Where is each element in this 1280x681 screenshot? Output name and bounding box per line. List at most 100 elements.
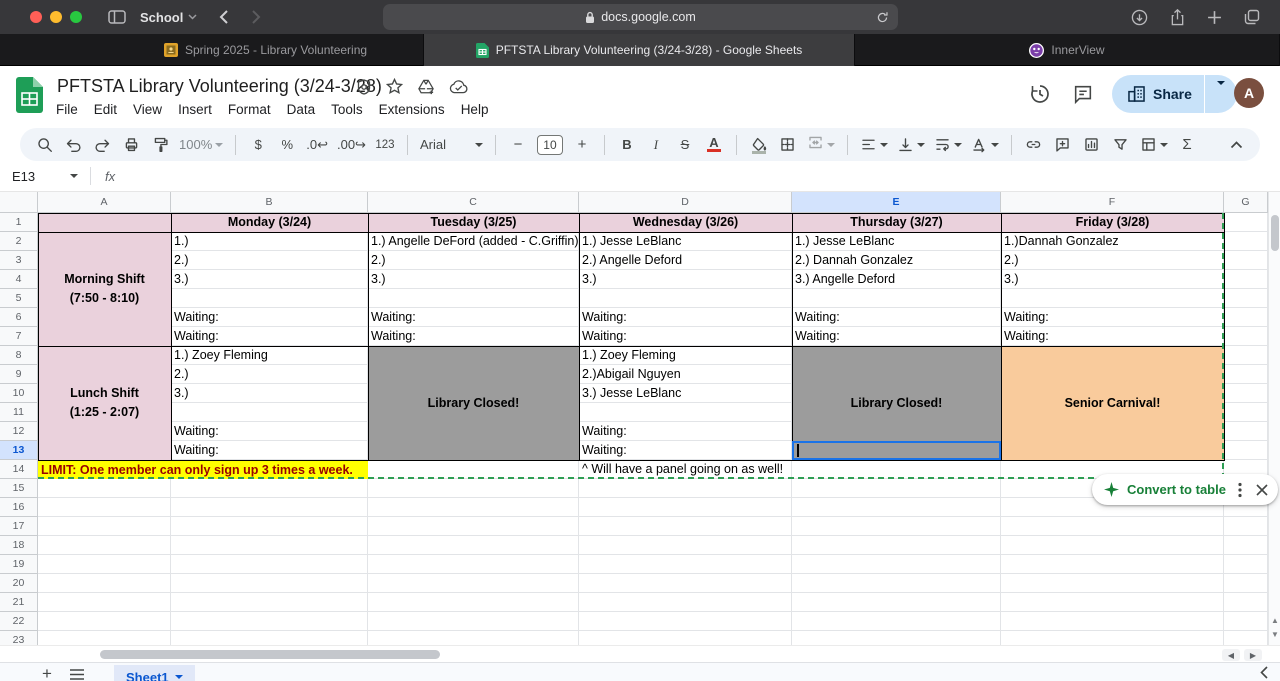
cell-E14[interactable]: [792, 460, 1001, 479]
forward-button[interactable]: [251, 9, 261, 25]
cell-C17[interactable]: [368, 517, 579, 536]
cell-F23[interactable]: [1001, 631, 1224, 645]
text-wrap-button[interactable]: [934, 133, 962, 157]
cell-D13[interactable]: Waiting:: [579, 441, 792, 460]
cell-B15[interactable]: [171, 479, 368, 498]
menu-view[interactable]: View: [125, 98, 170, 121]
menu-edit[interactable]: Edit: [86, 98, 125, 121]
cell-C1[interactable]: Tuesday (3/25): [368, 213, 579, 232]
cell-G10[interactable]: [1224, 384, 1268, 403]
browser-tab-3[interactable]: InnerView: [855, 34, 1280, 66]
avatar[interactable]: A: [1234, 78, 1264, 108]
share-button[interactable]: Share: [1112, 75, 1237, 113]
cell-E2[interactable]: 1.) Jesse LeBlanc: [792, 232, 1001, 251]
minimize-window-button[interactable]: [50, 11, 62, 23]
cell-D5[interactable]: [579, 289, 792, 308]
cell-B22[interactable]: [171, 612, 368, 631]
row-header-6[interactable]: 6: [0, 308, 38, 327]
scroll-left-button[interactable]: ◀: [1222, 649, 1240, 661]
cell-D9[interactable]: 2.)Abigail Nguyen: [579, 365, 792, 384]
cell-C20[interactable]: [368, 574, 579, 593]
cell-C23[interactable]: [368, 631, 579, 645]
share-dropdown[interactable]: [1205, 81, 1237, 103]
cell-A17[interactable]: [38, 517, 171, 536]
cell-E17[interactable]: [792, 517, 1001, 536]
cell-F17[interactable]: [1001, 517, 1224, 536]
cell-E3[interactable]: 2.) Dannah Gonzalez: [792, 251, 1001, 270]
all-sheets-icon[interactable]: [62, 665, 92, 681]
row-header-15[interactable]: 15: [0, 479, 38, 498]
vertical-align-button[interactable]: [897, 133, 925, 157]
chart-button[interactable]: [1082, 133, 1102, 157]
row-header-5[interactable]: 5: [0, 289, 38, 308]
decrease-decimal-button[interactable]: .0↩: [306, 133, 328, 157]
cell-D11[interactable]: [579, 403, 792, 422]
cell-D4[interactable]: 3.): [579, 270, 792, 289]
row-header-2[interactable]: 2: [0, 232, 38, 251]
vertical-scroll-thumb[interactable]: [1271, 215, 1279, 251]
menu-extensions[interactable]: Extensions: [371, 98, 453, 121]
borders-button[interactable]: [778, 133, 798, 157]
convert-to-table-button[interactable]: Convert to table: [1127, 482, 1226, 497]
cell-D1[interactable]: Wednesday (3/26): [579, 213, 792, 232]
cell-E16[interactable]: [792, 498, 1001, 517]
back-button[interactable]: [219, 9, 229, 25]
row-header-12[interactable]: 12: [0, 422, 38, 441]
sidebar-icon[interactable]: [108, 10, 126, 24]
cell-C2[interactable]: 1.) Angelle DeFord (added - C.Griffin): [368, 232, 579, 251]
cell-B1[interactable]: Monday (3/24): [171, 213, 368, 232]
collapse-toolbar-button[interactable]: [1226, 133, 1246, 157]
cell-A11[interactable]: (1:25 - 2:07): [38, 403, 171, 422]
add-sheet-icon[interactable]: +: [32, 664, 62, 681]
scroll-right-button[interactable]: ▶: [1244, 649, 1262, 661]
cell-F21[interactable]: [1001, 593, 1224, 612]
merged-range-C8:C13[interactable]: Library Closed!: [368, 346, 579, 460]
close-icon[interactable]: [1256, 483, 1268, 496]
zoom-window-button[interactable]: [70, 11, 82, 23]
cell-B21[interactable]: [171, 593, 368, 612]
row-header-10[interactable]: 10: [0, 384, 38, 403]
row-header-21[interactable]: 21: [0, 593, 38, 612]
cell-G22[interactable]: [1224, 612, 1268, 631]
cell-E15[interactable]: [792, 479, 1001, 498]
new-tab-icon[interactable]: [1207, 10, 1222, 25]
cell-A22[interactable]: [38, 612, 171, 631]
cell-D8[interactable]: 1.) Zoey Fleming: [579, 346, 792, 365]
browser-tab-1[interactable]: Spring 2025 - Library Volunteering: [108, 34, 424, 66]
bold-button[interactable]: B: [617, 133, 637, 157]
text-color-button[interactable]: A: [704, 133, 724, 157]
cell-A10[interactable]: Lunch Shift: [38, 384, 171, 403]
cell-B19[interactable]: [171, 555, 368, 574]
cell-D18[interactable]: [579, 536, 792, 555]
cell-C18[interactable]: [368, 536, 579, 555]
merged-range-A14:B14[interactable]: LIMIT: One member can only sign up 3 tim…: [38, 460, 368, 479]
row-header-22[interactable]: 22: [0, 612, 38, 631]
cell-B6[interactable]: Waiting:: [171, 308, 368, 327]
row-header-4[interactable]: 4: [0, 270, 38, 289]
cell-A4[interactable]: Morning Shift: [38, 270, 171, 289]
row-header-11[interactable]: 11: [0, 403, 38, 422]
cell-A21[interactable]: [38, 593, 171, 612]
column-header-G[interactable]: G: [1224, 192, 1268, 213]
merged-range-F8:F13[interactable]: Senior Carnival!: [1001, 346, 1224, 460]
drive-add-icon[interactable]: [417, 79, 435, 100]
profile-button[interactable]: School: [140, 10, 183, 25]
cell-E18[interactable]: [792, 536, 1001, 555]
comment-history-icon[interactable]: [1072, 83, 1094, 105]
cell-C15[interactable]: [368, 479, 579, 498]
merge-cells-button[interactable]: [807, 133, 835, 157]
cell-B3[interactable]: 2.): [171, 251, 368, 270]
decrease-font-size-button[interactable]: −: [508, 133, 528, 157]
reload-icon[interactable]: [876, 11, 889, 24]
name-box[interactable]: E13: [12, 169, 78, 184]
cell-G19[interactable]: [1224, 555, 1268, 574]
cell-B11[interactable]: [171, 403, 368, 422]
cell-B10[interactable]: 3.): [171, 384, 368, 403]
cell-B20[interactable]: [171, 574, 368, 593]
sheets-logo-icon[interactable]: [16, 77, 43, 113]
selected-cell-E13[interactable]: [792, 441, 1001, 460]
strikethrough-button[interactable]: S: [675, 133, 695, 157]
cell-C5[interactable]: [368, 289, 579, 308]
fill-color-button[interactable]: [749, 133, 769, 157]
cell-G20[interactable]: [1224, 574, 1268, 593]
